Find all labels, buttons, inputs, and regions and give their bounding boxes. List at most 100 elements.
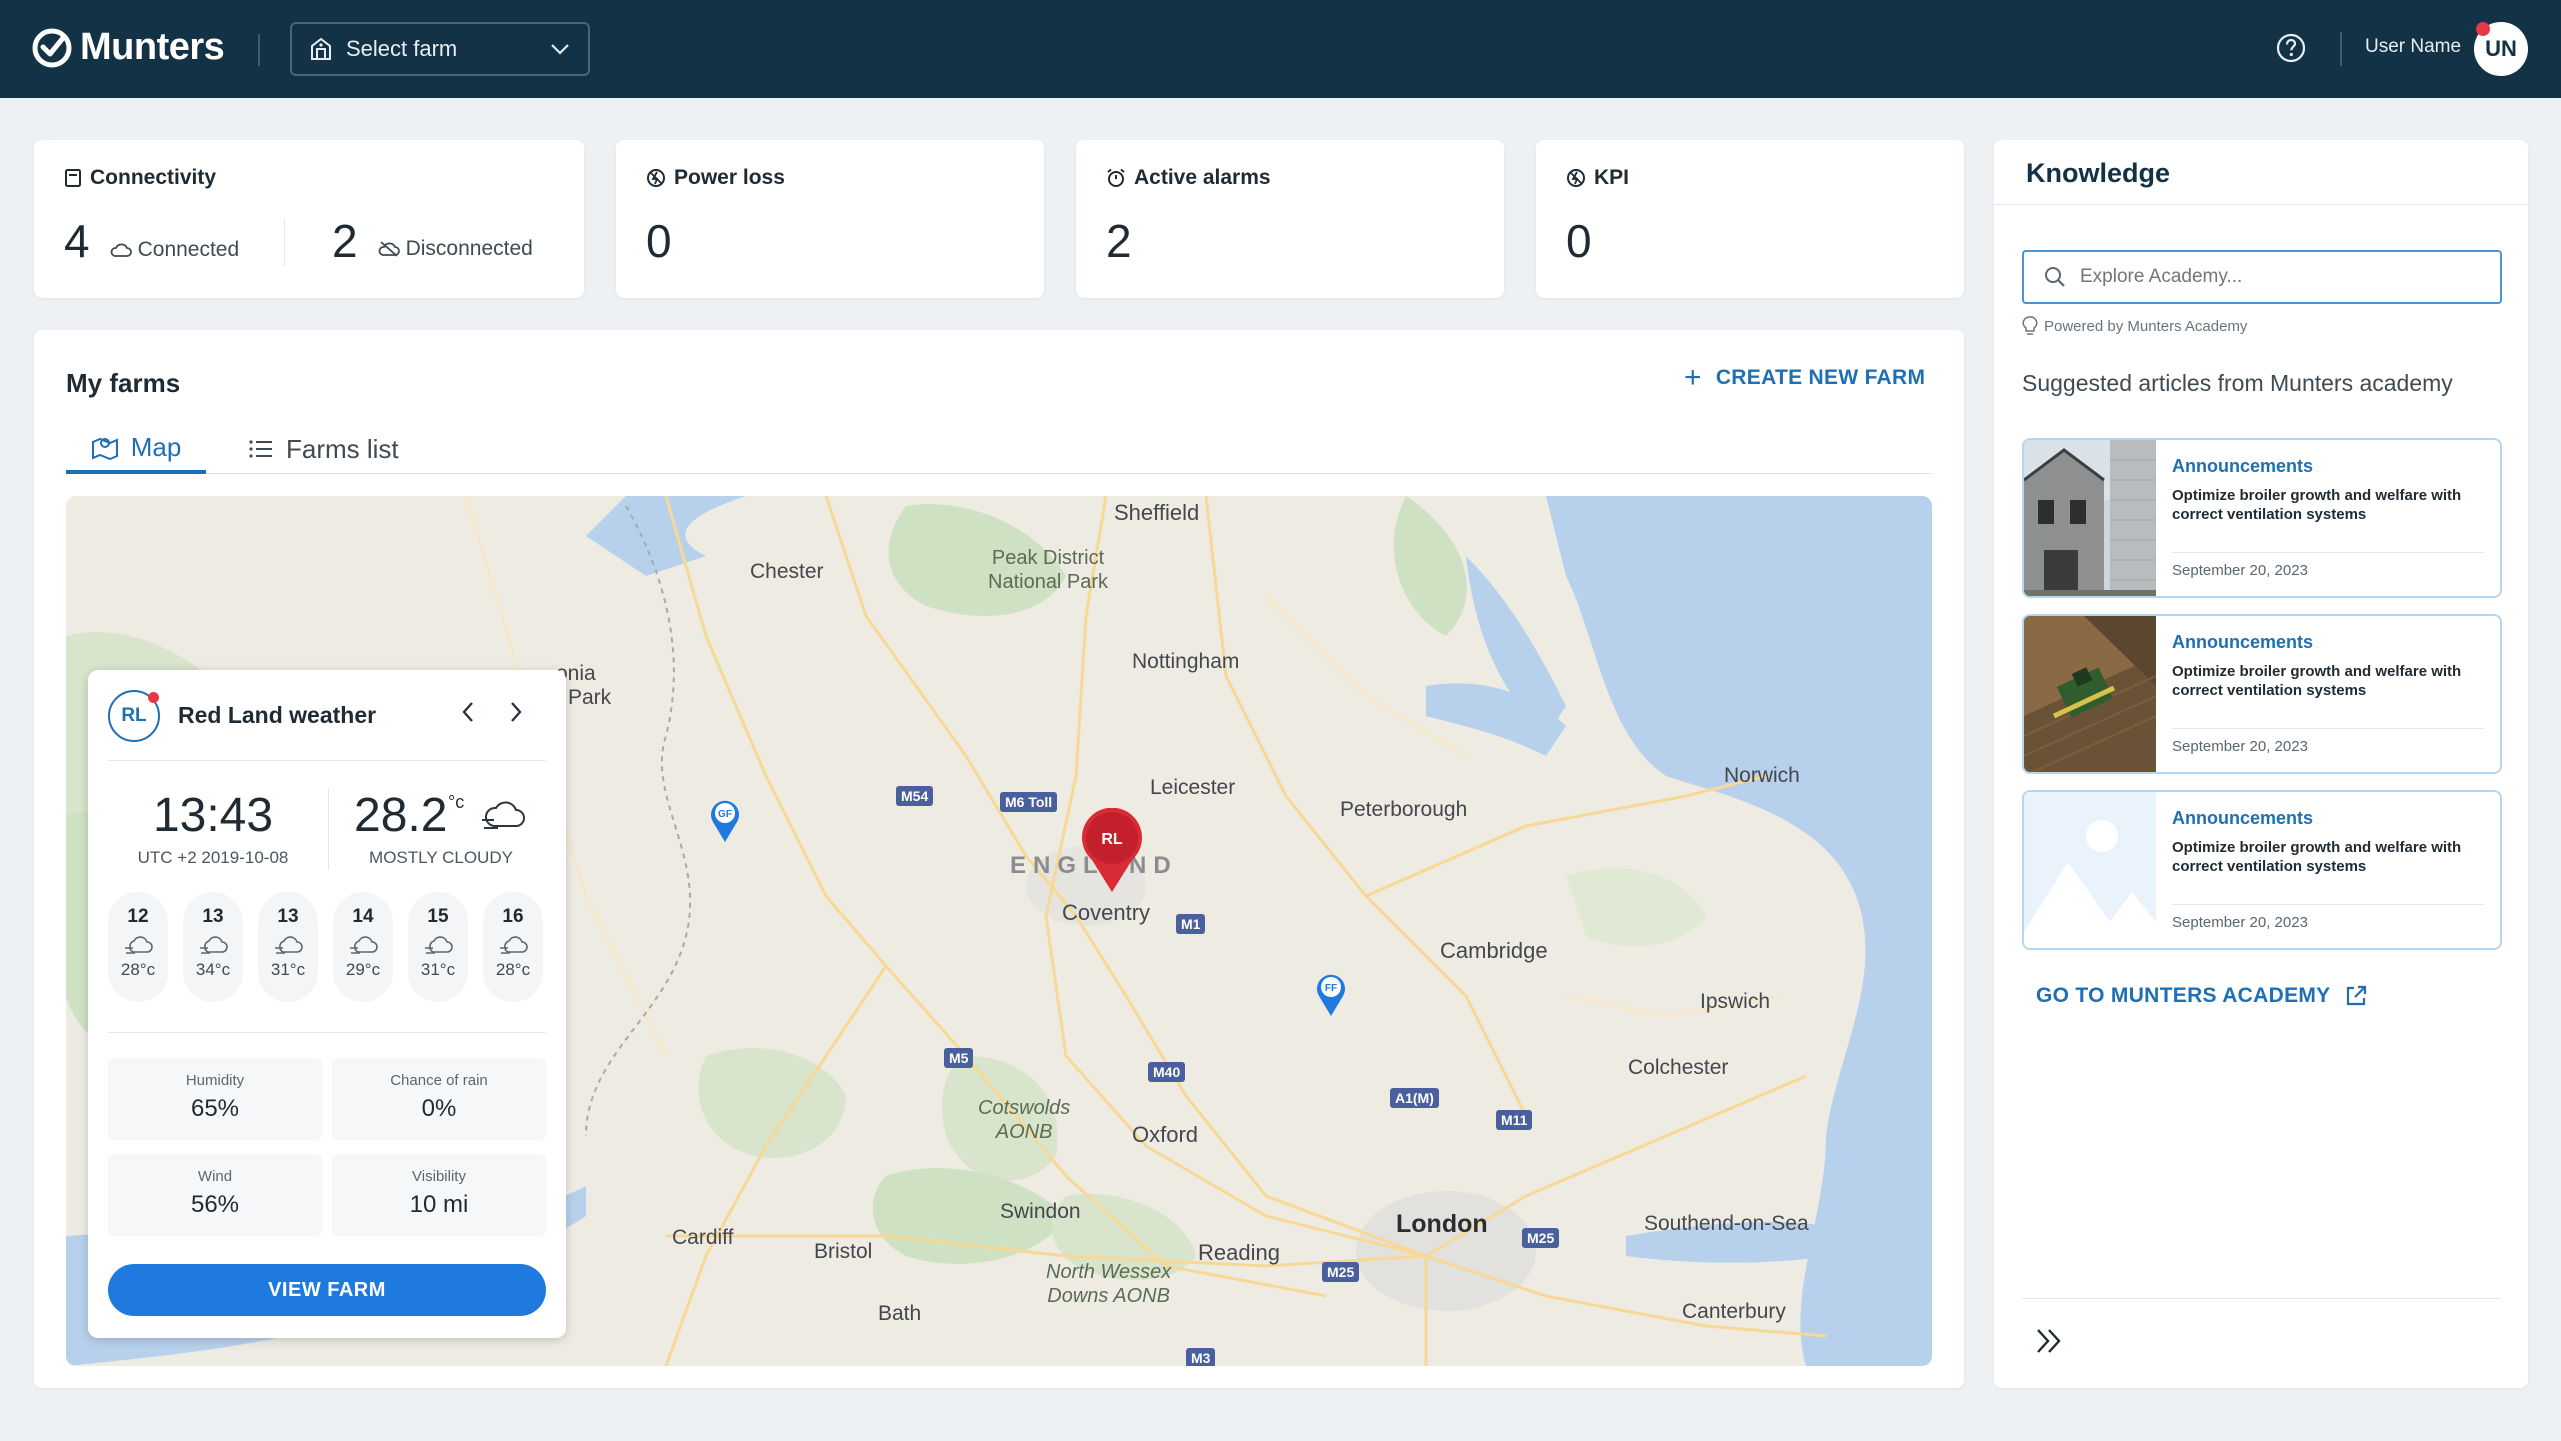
pin-label-ff: FF (1325, 983, 1337, 994)
metric-value: 56% (190, 1191, 240, 1218)
knowledge-title: Knowledge (2026, 158, 2171, 188)
weather-temperature: 28.2 (354, 789, 448, 842)
map-label-swindon: Swindon (1000, 1200, 1081, 1223)
image-placeholder-icon (2024, 792, 2156, 948)
power-loss-value: 0 (646, 215, 672, 267)
metric-value: 0% (421, 1095, 457, 1122)
farm-building-icon (311, 37, 331, 60)
kpi-title: KPI (1566, 166, 1629, 190)
forecast-temp: 28°c (120, 960, 156, 979)
road-shield: M25 (1522, 1228, 1560, 1248)
road-shield: A1(M) (1390, 1088, 1439, 1108)
map-label-leicester: Leicester (1150, 776, 1236, 799)
metric-wind: Wind 56% (108, 1154, 322, 1236)
view-farm-button[interactable]: VIEW FARM (108, 1264, 546, 1316)
active-alarms-value: 2 (1106, 215, 1132, 267)
metric-label: Humidity (185, 1072, 245, 1089)
article-divider (2172, 904, 2484, 905)
map-label-cotswolds: Cotswolds AONB (978, 1097, 1071, 1143)
forecast-temp: 34°c (195, 960, 231, 979)
munters-logo[interactable]: Munters (32, 26, 225, 69)
article-category: Announcements (2172, 456, 2314, 476)
user-name[interactable]: User Name (2365, 36, 2461, 58)
knowledge-divider (1994, 204, 2528, 205)
road-shield: M40 (1148, 1062, 1186, 1082)
article-card[interactable]: Announcements Optimize broiler growth an… (2022, 614, 2502, 774)
article-date: September 20, 2023 (2172, 562, 2308, 579)
article-card[interactable]: Announcements Optimize broiler growth an… (2022, 790, 2502, 950)
forecast-day: 13 31°c (258, 892, 318, 1002)
knowledge-bottom-divider (2022, 1298, 2500, 1299)
map-label-ipswich: Ipswich (1700, 990, 1771, 1013)
metric-label: Visibility (412, 1168, 466, 1185)
create-farm-label: CREATE NEW FARM (1715, 366, 1926, 389)
active-alarms-card[interactable]: Active alarms 2 (1076, 140, 1504, 298)
forecast-day: 12 28°c (108, 892, 168, 1002)
forecast-day: 13 34°c (183, 892, 243, 1002)
metric-chance-of-rain: Chance of rain 0% (332, 1058, 546, 1140)
kpi-icon (1567, 169, 1585, 187)
road-shield: M11 (1496, 1110, 1533, 1130)
article-date: September 20, 2023 (2172, 914, 2308, 931)
tab-map[interactable]: Map (66, 424, 206, 474)
farm-pin-ff[interactable]: FF (1314, 972, 1348, 1018)
farm-select[interactable]: Select farm (290, 22, 590, 76)
top-bar: Munters Select farm User Name UN (0, 0, 2561, 98)
map-label-chester: Chester (750, 560, 824, 583)
forecast-day-label: 13 (202, 906, 224, 927)
map-label-bath: Bath (878, 1302, 922, 1325)
help-icon[interactable] (2275, 32, 2307, 64)
map-label-coventry: Coventry (1062, 900, 1151, 925)
article-divider (2172, 552, 2484, 553)
connected-label: Connected (137, 238, 240, 261)
barn-image (2024, 440, 2156, 596)
forecast-day-label: 15 (427, 906, 449, 927)
search-icon (2045, 267, 2065, 287)
header-divider-right (2340, 32, 2342, 66)
road-shield: M54 (896, 786, 934, 806)
cloud-icon (110, 243, 132, 257)
notification-dot (2476, 22, 2490, 36)
map-label-london: London (1396, 1210, 1488, 1238)
weather-condition: MOSTLY CLOUDY (369, 848, 513, 867)
metric-label: Chance of rain (390, 1072, 488, 1089)
metric-humidity: Humidity 65% (108, 1058, 322, 1140)
my-farms-title: My farms (66, 368, 181, 398)
weather-time: 13:43 (152, 789, 274, 842)
kpi-card[interactable]: KPI 0 (1536, 140, 1964, 298)
academy-search-input[interactable] (2080, 266, 2480, 288)
weather-title: Red Land weather (178, 702, 377, 728)
academy-search[interactable] (2022, 250, 2502, 304)
map-label-reading: Reading (1198, 1240, 1280, 1265)
power-loss-card[interactable]: Power loss 0 (616, 140, 1044, 298)
connectivity-divider (284, 220, 285, 266)
road-shield: M6 Toll (1000, 792, 1058, 812)
alert-dot (148, 692, 159, 703)
article-card[interactable]: Announcements Optimize broiler growth an… (2022, 438, 2502, 598)
road-shield: M1 (1176, 914, 1206, 934)
cloud-wind-icon (482, 801, 525, 829)
road-shield: M25 (1322, 1262, 1360, 1282)
metric-value: 10 mi (409, 1191, 469, 1218)
go-to-academy-link[interactable]: GO TO MUNTERS ACADEMY (2036, 984, 2368, 1008)
chevron-right-icon[interactable] (508, 700, 524, 731)
disconnected-status: Disconnected (378, 237, 533, 261)
map-label-peterborough: Peterborough (1340, 798, 1468, 821)
create-farm-button[interactable]: + CREATE NEW FARM (1684, 363, 1926, 393)
munters-logo-icon (32, 28, 72, 67)
forecast-temp: 29°c (345, 960, 381, 979)
suggested-heading: Suggested articles from Munters academy (2022, 370, 2453, 396)
farm-pin-gf[interactable]: GF (708, 798, 742, 844)
chevron-left-icon[interactable] (460, 700, 476, 731)
weather-widget: RL Red Land weather 13:43 UTC +2 2019-10… (88, 670, 566, 1338)
map-label-oxford: Oxford (1132, 1122, 1199, 1147)
connected-status: Connected (110, 238, 240, 262)
farm-pin-rl[interactable]: RL (1078, 808, 1146, 894)
router-icon (65, 169, 81, 187)
double-chevron-right-icon[interactable] (2034, 1322, 2064, 1364)
powered-by-label: Powered by Munters Academy (2044, 317, 2248, 335)
map-label-southend: Southend-on-Sea (1644, 1212, 1809, 1235)
tab-farms-list[interactable]: Farms list (248, 424, 399, 474)
article-category: Announcements (2172, 632, 2314, 652)
disconnected-label: Disconnected (405, 237, 533, 260)
